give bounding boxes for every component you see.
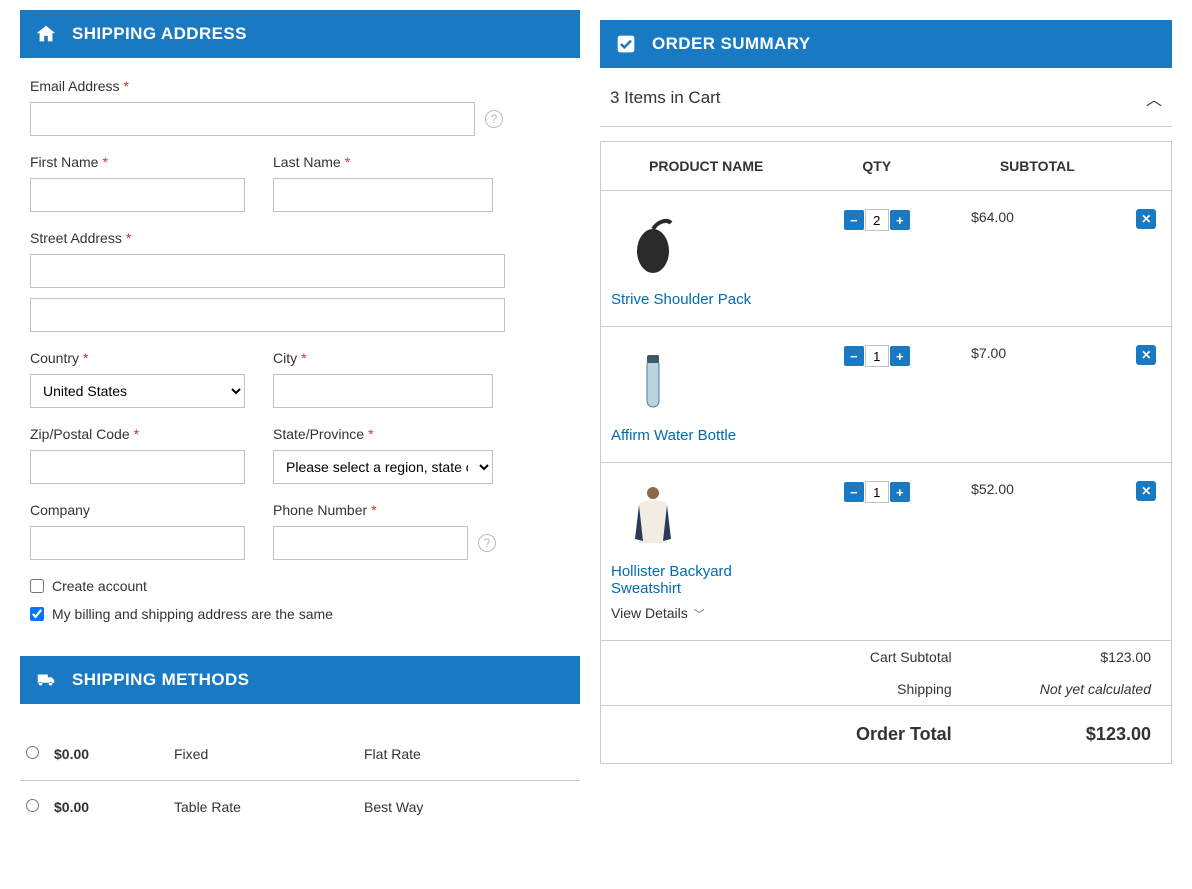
qty-input[interactable] bbox=[865, 481, 889, 503]
qty-increase-button[interactable]: + bbox=[890, 346, 910, 366]
shipping-price: $0.00 bbox=[48, 781, 168, 834]
shipping-value: Not yet calculated bbox=[972, 673, 1172, 706]
zip-field[interactable] bbox=[30, 450, 245, 484]
qty-increase-button[interactable]: + bbox=[890, 210, 910, 230]
cart-count-toggle[interactable]: 3 Items in Cart ︿ bbox=[600, 68, 1172, 127]
cart-count-text: 3 Items in Cart bbox=[610, 88, 721, 108]
shipping-address-header: SHIPPING ADDRESS bbox=[20, 10, 580, 58]
qty-decrease-button[interactable]: − bbox=[844, 482, 864, 502]
chevron-up-icon: ︿ bbox=[1146, 86, 1162, 110]
city-label: City* bbox=[273, 350, 493, 366]
company-label: Company bbox=[30, 502, 245, 518]
order-summary-title: ORDER SUMMARY bbox=[652, 34, 811, 54]
product-image bbox=[623, 345, 683, 417]
shipping-method-row[interactable]: $0.00 Fixed Flat Rate bbox=[20, 728, 580, 781]
qty-input[interactable] bbox=[865, 209, 889, 231]
remove-item-button[interactable]: ✕ bbox=[1136, 481, 1156, 501]
shipping-methods-title: SHIPPING METHODS bbox=[72, 670, 249, 690]
remove-item-button[interactable]: ✕ bbox=[1136, 209, 1156, 229]
col-product: PRODUCT NAME bbox=[601, 142, 801, 191]
state-label: State/Province* bbox=[273, 426, 493, 442]
view-details-toggle[interactable]: View Details ﹀ bbox=[611, 605, 791, 622]
qty-decrease-button[interactable]: − bbox=[844, 346, 864, 366]
item-subtotal: $52.00 bbox=[953, 463, 1121, 641]
shipping-method-name: Table Rate bbox=[168, 781, 358, 834]
product-name-link[interactable]: Strive Shoulder Pack bbox=[611, 291, 791, 308]
col-subtotal: SUBTOTAL bbox=[953, 142, 1121, 191]
street-label: Street Address* bbox=[30, 230, 505, 246]
company-field[interactable] bbox=[30, 526, 245, 560]
cart-subtotal-label: Cart Subtotal bbox=[601, 641, 972, 673]
zip-label: Zip/Postal Code* bbox=[30, 426, 245, 442]
product-image bbox=[623, 481, 683, 553]
same-address-label: My billing and shipping address are the … bbox=[52, 606, 333, 622]
shipping-methods-header: SHIPPING METHODS bbox=[20, 656, 580, 704]
qty-decrease-button[interactable]: − bbox=[844, 210, 864, 230]
shipping-price: $0.00 bbox=[48, 728, 168, 781]
shipping-method-radio[interactable] bbox=[26, 746, 39, 759]
help-icon[interactable]: ? bbox=[485, 110, 503, 128]
last-name-label: Last Name* bbox=[273, 154, 493, 170]
first-name-label: First Name* bbox=[30, 154, 245, 170]
phone-label: Phone Number* bbox=[273, 502, 496, 518]
email-label: Email Address* bbox=[30, 78, 570, 94]
shipping-method-name: Fixed bbox=[168, 728, 358, 781]
truck-icon bbox=[34, 668, 58, 692]
home-icon bbox=[34, 22, 58, 46]
last-name-field[interactable] bbox=[273, 178, 493, 212]
city-field[interactable] bbox=[273, 374, 493, 408]
product-name-link[interactable]: Hollister Backyard Sweatshirt bbox=[611, 563, 791, 597]
col-qty: QTY bbox=[801, 142, 954, 191]
order-total-value: $123.00 bbox=[972, 706, 1172, 764]
country-select[interactable]: United States bbox=[30, 374, 245, 408]
chevron-down-icon: ﹀ bbox=[694, 609, 705, 621]
street-field-2[interactable] bbox=[30, 298, 505, 332]
phone-field[interactable] bbox=[273, 526, 468, 560]
create-account-checkbox[interactable] bbox=[30, 579, 44, 593]
cart-item-row: Affirm Water Bottle − + $7.00 ✕ bbox=[601, 327, 1172, 463]
col-delete bbox=[1122, 142, 1172, 191]
cart-items-table: PRODUCT NAME QTY SUBTOTAL Strive Shoulde… bbox=[600, 141, 1172, 641]
qty-increase-button[interactable]: + bbox=[890, 482, 910, 502]
product-image bbox=[623, 209, 683, 281]
create-account-label: Create account bbox=[52, 578, 147, 594]
shipping-methods-table: $0.00 Fixed Flat Rate $0.00 Table Rate B… bbox=[20, 728, 580, 833]
cart-item-row: Hollister Backyard Sweatshirt View Detai… bbox=[601, 463, 1172, 641]
order-summary-header: ORDER SUMMARY bbox=[600, 20, 1172, 68]
cart-item-row: Strive Shoulder Pack − + $64.00 ✕ bbox=[601, 191, 1172, 327]
shipping-method-row[interactable]: $0.00 Table Rate Best Way bbox=[20, 781, 580, 834]
remove-item-button[interactable]: ✕ bbox=[1136, 345, 1156, 365]
cart-subtotal-value: $123.00 bbox=[972, 641, 1172, 673]
email-field[interactable] bbox=[30, 102, 475, 136]
shipping-label: Shipping bbox=[601, 673, 972, 706]
same-address-checkbox[interactable] bbox=[30, 607, 44, 621]
street-field-1[interactable] bbox=[30, 254, 505, 288]
item-subtotal: $7.00 bbox=[953, 327, 1121, 463]
checkbox-icon bbox=[614, 32, 638, 56]
shipping-carrier: Flat Rate bbox=[358, 728, 580, 781]
country-label: Country* bbox=[30, 350, 245, 366]
first-name-field[interactable] bbox=[30, 178, 245, 212]
shipping-address-title: SHIPPING ADDRESS bbox=[72, 24, 247, 44]
order-total-label: Order Total bbox=[601, 706, 972, 764]
help-icon[interactable]: ? bbox=[478, 534, 496, 552]
order-totals: Cart Subtotal $123.00 Shipping Not yet c… bbox=[600, 641, 1172, 764]
state-select[interactable]: Please select a region, state or provinc… bbox=[273, 450, 493, 484]
product-name-link[interactable]: Affirm Water Bottle bbox=[611, 427, 791, 444]
shipping-carrier: Best Way bbox=[358, 781, 580, 834]
shipping-method-radio[interactable] bbox=[26, 799, 39, 812]
item-subtotal: $64.00 bbox=[953, 191, 1121, 327]
qty-input[interactable] bbox=[865, 345, 889, 367]
